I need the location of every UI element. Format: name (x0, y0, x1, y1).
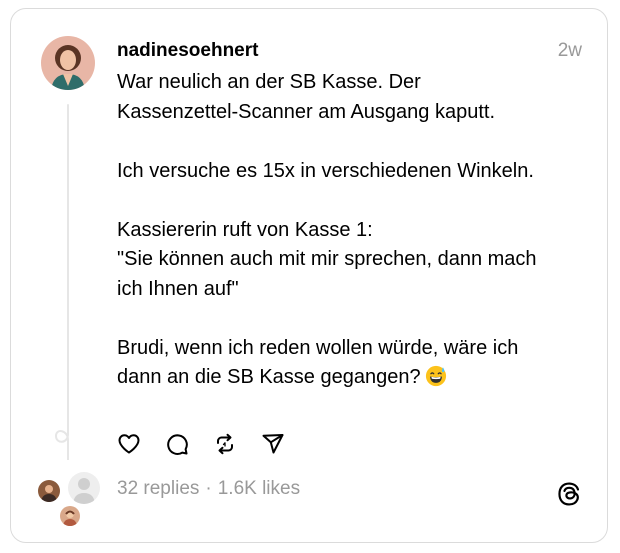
post-stats: 32 replies · 1.6K likes (117, 478, 300, 500)
stats-separator: · (205, 478, 212, 499)
threads-logo-icon[interactable] (556, 481, 582, 507)
post-paragraph: Ich versuche es 15x in verschiedenen Win… (117, 159, 534, 182)
comment-icon (167, 434, 188, 455)
replies-count[interactable]: 32 replies (117, 478, 199, 500)
post-paragraph-text: Brudi, wenn ich reden wollen würde, wäre… (117, 336, 519, 389)
thread-line (67, 104, 69, 426)
grinning-face-with-sweat-emoji (425, 365, 446, 387)
post-paragraph-last: Brudi, wenn ich reden wollen würde, wäre… (117, 334, 597, 393)
author-username[interactable]: nadinesoehnert (117, 40, 258, 62)
reply-avatars[interactable] (36, 470, 102, 530)
reply-avatar (36, 478, 62, 504)
heart-icon (118, 434, 140, 454)
share-icon (262, 434, 284, 454)
comment-button[interactable] (164, 431, 190, 457)
like-button[interactable] (116, 431, 142, 457)
post-paragraph: War neulich an der SB Kasse. Der Kassenz… (117, 71, 496, 123)
action-bar (116, 431, 286, 457)
likes-count[interactable]: 1.6K likes (218, 478, 300, 500)
reply-avatar-placeholder (66, 470, 102, 506)
repost-button[interactable] (212, 431, 238, 457)
reply-avatar (58, 504, 82, 528)
post-body: War neulich an der SB Kasse. Der Kassenz… (117, 68, 597, 393)
repost-icon (217, 433, 233, 455)
post-paragraph: Kassiererin ruft von Kasse 1: "Sie könne… (117, 218, 537, 300)
post-timestamp: 2w (557, 40, 582, 61)
share-button[interactable] (260, 431, 286, 457)
author-avatar[interactable] (41, 36, 95, 90)
thread-loop-icon (54, 420, 69, 460)
